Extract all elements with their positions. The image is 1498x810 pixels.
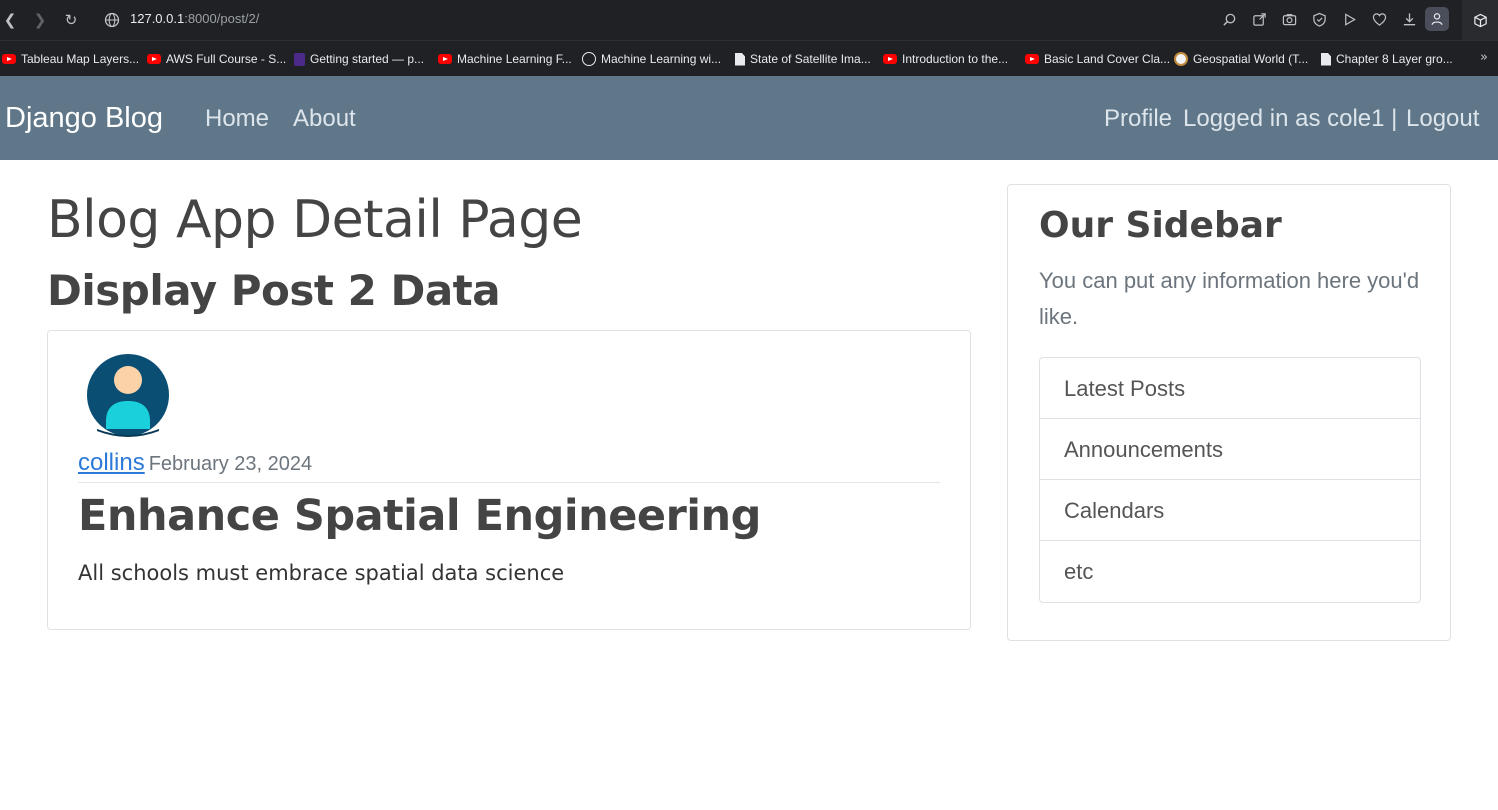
zoom-icon[interactable] (1220, 9, 1238, 29)
sidebar-text: You can put any information here you'd l… (1039, 268, 1420, 329)
sidebar-list: Latest Posts Announcements Calendars etc (1039, 357, 1421, 603)
forward-icon[interactable]: ❯ (30, 10, 50, 30)
extension-cube-icon[interactable] (1462, 0, 1498, 40)
back-icon[interactable]: ❮ (0, 10, 20, 30)
sidebar-item-announcements[interactable]: Announcements (1040, 419, 1420, 480)
bookmark[interactable]: Geospatial World (T... (1174, 50, 1308, 68)
nav-home[interactable]: Home (205, 105, 269, 133)
share-icon[interactable] (1250, 9, 1268, 29)
bookmark[interactable]: AWS Full Course - S... (147, 50, 286, 68)
logged-in-status: Logged in as cole1 | (1183, 105, 1398, 132)
browser-toolbar: ❮ ❯ ↻ 127.0.0.1:8000/post/2/ (0, 0, 1498, 40)
bookmark-label: State of Satellite Ima... (750, 52, 871, 66)
avatar (87, 354, 169, 437)
bookmark-label: Getting started — p... (310, 52, 425, 66)
site-icon (582, 52, 596, 66)
bookmark-label: Chapter 8 Layer gro... (1336, 52, 1453, 66)
document-icon (1321, 52, 1331, 66)
bookmark-label: Machine Learning F... (457, 52, 572, 66)
sidebar-item-latest-posts[interactable]: Latest Posts (1040, 358, 1420, 419)
heart-icon[interactable] (1370, 9, 1388, 29)
youtube-icon (883, 54, 897, 64)
nav-logout[interactable]: Logout (1406, 105, 1479, 133)
bookmark-label: Introduction to the... (902, 52, 1009, 66)
bookmark[interactable]: Tableau Map Layers... (2, 50, 139, 68)
bookmark[interactable]: Introduction to the... (883, 50, 1008, 68)
bookmark-label: AWS Full Course - S... (166, 52, 287, 66)
bookmarks-bar: Tableau Map Layers... AWS Full Course - … (0, 40, 1498, 76)
bookmark[interactable]: State of Satellite Ima... (735, 50, 871, 68)
post-title: Enhance Spatial Engineering (78, 491, 761, 541)
url-path: :8000/post/2/ (184, 11, 260, 26)
bookmark-label: Geospatial World (T... (1193, 52, 1309, 66)
post-date: February 23, 2024 (148, 453, 313, 475)
sidebar-item-etc[interactable]: etc (1040, 541, 1420, 602)
bookmark[interactable]: Machine Learning F... (438, 50, 572, 68)
youtube-icon (1025, 54, 1039, 64)
toolbar-icons (1220, 9, 1448, 31)
page-title: Blog App Detail Page (47, 190, 583, 250)
bookmark-label: Tableau Map Layers... (21, 52, 140, 66)
nav-profile[interactable]: Profile (1104, 105, 1172, 133)
globe-icon (104, 12, 120, 28)
nav-about[interactable]: About (293, 105, 356, 133)
bookmark[interactable]: Machine Learning wi... (582, 50, 721, 68)
youtube-icon (147, 54, 161, 64)
profile-icon[interactable] (1425, 7, 1449, 31)
bookmark[interactable]: Chapter 8 Layer gro... (1321, 50, 1453, 68)
sidebar: Our Sidebar You can put any information … (1007, 184, 1451, 641)
camera-icon[interactable] (1280, 9, 1298, 29)
author-link[interactable]: collins (78, 449, 145, 476)
chevron-right-icon[interactable]: » (1480, 50, 1488, 65)
sidebar-title: Our Sidebar (1039, 205, 1282, 246)
bookmark[interactable]: Basic Land Cover Cla... (1025, 50, 1170, 68)
bookmark-label: Basic Land Cover Cla... (1044, 52, 1171, 66)
youtube-icon (438, 54, 452, 64)
site-icon (1174, 52, 1188, 66)
post-meta: collins February 23, 2024 (78, 449, 940, 483)
reload-icon[interactable]: ↻ (61, 10, 81, 30)
url-text: 127.0.0.1:8000/post/2/ (130, 11, 259, 26)
document-icon (735, 52, 745, 66)
play-icon[interactable] (1340, 9, 1358, 29)
site-navbar: Django Blog Home About Profile Logged in… (0, 76, 1498, 160)
brand-link[interactable]: Django Blog (5, 102, 163, 135)
url-host: 127.0.0.1 (130, 11, 185, 26)
page-subtitle: Display Post 2 Data (47, 266, 501, 315)
post-card: collins February 23, 2024 Enhance Spatial… (47, 330, 971, 630)
youtube-icon (2, 54, 16, 64)
sidebar-item-calendars[interactable]: Calendars (1040, 480, 1420, 541)
site-icon (294, 52, 305, 66)
download-icon[interactable] (1400, 9, 1418, 29)
bookmark[interactable]: Getting started — p... (294, 50, 424, 68)
bookmark-label: Machine Learning wi... (601, 52, 722, 66)
shield-icon[interactable] (1310, 9, 1328, 29)
post-content: All schools must embrace spatial data sc… (78, 561, 565, 585)
